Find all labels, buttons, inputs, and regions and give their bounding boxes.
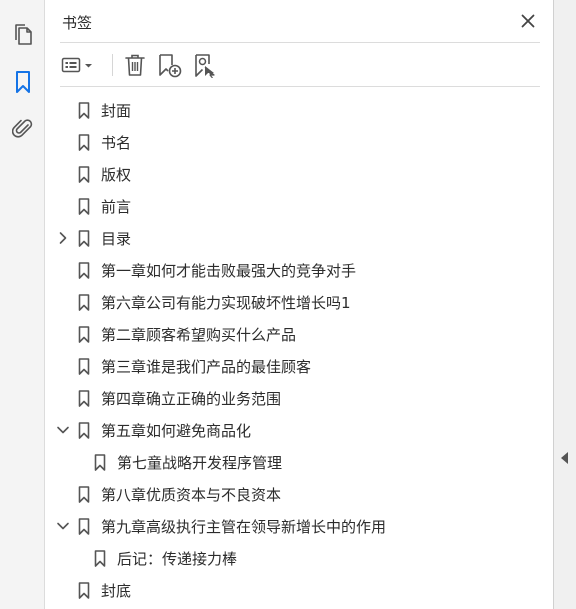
- bookmark-icon: [78, 294, 90, 311]
- pages-icon: [14, 23, 32, 45]
- bookmark-row[interactable]: 封面: [46, 94, 553, 126]
- bookmark-row[interactable]: 前言: [46, 190, 553, 222]
- bookmarks-panel: 书签 封面 书名 版权 前言 目录 第一章如何才能击败最强大的竞争对手 第六章公…: [46, 0, 553, 609]
- bookmark-label[interactable]: 第二章顾客希望购买什么产品: [101, 324, 296, 345]
- bookmark-label[interactable]: 第四章确立正确的业务范围: [101, 388, 281, 409]
- bookmark-label[interactable]: 第七童战略开发程序管理: [117, 452, 282, 473]
- panel-header: 书签: [60, 0, 540, 43]
- bookmark-row[interactable]: 第五章如何避免商品化: [46, 414, 553, 446]
- bookmark-row[interactable]: 书名: [46, 126, 553, 158]
- panel-splitter[interactable]: [553, 0, 576, 609]
- bookmark-icon: [78, 422, 90, 439]
- bookmark-label[interactable]: 封面: [101, 100, 131, 121]
- bookmarks-panel-button[interactable]: [8, 67, 37, 96]
- bookmark-label[interactable]: 书名: [101, 132, 131, 153]
- panel-title: 书签: [62, 14, 93, 32]
- new-bookmark-button[interactable]: [156, 52, 184, 78]
- bookmark-icon: [78, 486, 90, 503]
- bookmark-row[interactable]: 第二章顾客希望购买什么产品: [46, 318, 553, 350]
- expand-toggle-expanded[interactable]: [56, 423, 70, 437]
- bookmark-icon: [94, 454, 106, 471]
- chevron-right-icon: [59, 232, 67, 244]
- bookmark-label[interactable]: 前言: [101, 196, 131, 217]
- bookmark-icon: [78, 102, 90, 119]
- bookmark-row[interactable]: 第一章如何才能击败最强大的竞争对手: [46, 254, 553, 286]
- bookmark-icon: [78, 326, 90, 343]
- bookmark-icon: [15, 70, 30, 93]
- bookmark-row[interactable]: 第八章优质资本与不良资本: [46, 478, 553, 510]
- bookmark-label[interactable]: 第五章如何避免商品化: [101, 420, 251, 441]
- expand-toggle-expanded[interactable]: [56, 519, 70, 533]
- bookmark-label[interactable]: 第六章公司有能力实现破坏性增长吗1: [101, 292, 351, 313]
- collapse-arrow-icon[interactable]: [561, 452, 569, 464]
- bookmark-icon: [78, 518, 90, 535]
- bookmark-icon: [78, 582, 90, 599]
- toolbar-separator: [112, 54, 113, 76]
- options-menu-button[interactable]: [60, 52, 98, 78]
- bookmark-row[interactable]: 封底: [46, 574, 553, 606]
- chevron-down-icon: [57, 522, 69, 530]
- find-current-bookmark-icon: [195, 54, 215, 78]
- delete-bookmark-button[interactable]: [122, 52, 148, 78]
- left-nav-rail: [0, 0, 45, 609]
- bookmark-label[interactable]: 后记：传递接力棒: [117, 548, 237, 569]
- bookmark-row[interactable]: 后记：传递接力棒: [46, 542, 553, 574]
- bookmark-label[interactable]: 第八章优质资本与不良资本: [101, 484, 281, 505]
- attachments-panel-button[interactable]: [8, 113, 37, 142]
- bookmark-row[interactable]: 版权: [46, 158, 553, 190]
- list-options-icon: [61, 57, 92, 73]
- bookmark-label[interactable]: 第三章谁是我们产品的最佳顾客: [101, 356, 311, 377]
- bookmark-label[interactable]: 第九章高级执行主管在领导新增长中的作用: [101, 516, 386, 537]
- bookmark-row[interactable]: 第四章确立正确的业务范围: [46, 382, 553, 414]
- bookmark-row[interactable]: 第三章谁是我们产品的最佳顾客: [46, 350, 553, 382]
- bookmark-icon: [78, 134, 90, 151]
- bookmark-row[interactable]: 第九章高级执行主管在领导新增长中的作用: [46, 510, 553, 542]
- bookmark-row[interactable]: 第七童战略开发程序管理: [46, 446, 553, 478]
- bookmark-icon: [78, 166, 90, 183]
- bookmark-label[interactable]: 目录: [101, 228, 131, 249]
- bookmark-row[interactable]: 目录: [46, 222, 553, 254]
- bookmark-icon: [78, 198, 90, 215]
- close-panel-button[interactable]: [518, 11, 538, 31]
- close-icon: [521, 14, 535, 28]
- bookmark-icon: [78, 358, 90, 375]
- bookmarks-toolbar: [60, 44, 540, 87]
- bookmark-icon: [78, 230, 90, 247]
- trash-icon: [125, 54, 145, 76]
- bookmark-icon: [78, 390, 90, 407]
- bookmark-icon: [94, 550, 106, 567]
- pages-thumbnails-button[interactable]: [8, 20, 37, 49]
- attachment-icon: [11, 118, 32, 138]
- bookmark-row[interactable]: 第六章公司有能力实现破坏性增长吗1: [46, 286, 553, 318]
- expand-toggle-collapsed[interactable]: [56, 231, 70, 245]
- new-bookmark-icon: [159, 54, 182, 78]
- bookmark-label[interactable]: 版权: [101, 164, 131, 185]
- bookmark-label[interactable]: 封底: [101, 580, 131, 601]
- bookmark-icon: [78, 262, 90, 279]
- find-current-bookmark-button[interactable]: [192, 52, 220, 78]
- bookmark-label[interactable]: 第一章如何才能击败最强大的竞争对手: [101, 260, 356, 281]
- chevron-down-icon: [57, 426, 69, 434]
